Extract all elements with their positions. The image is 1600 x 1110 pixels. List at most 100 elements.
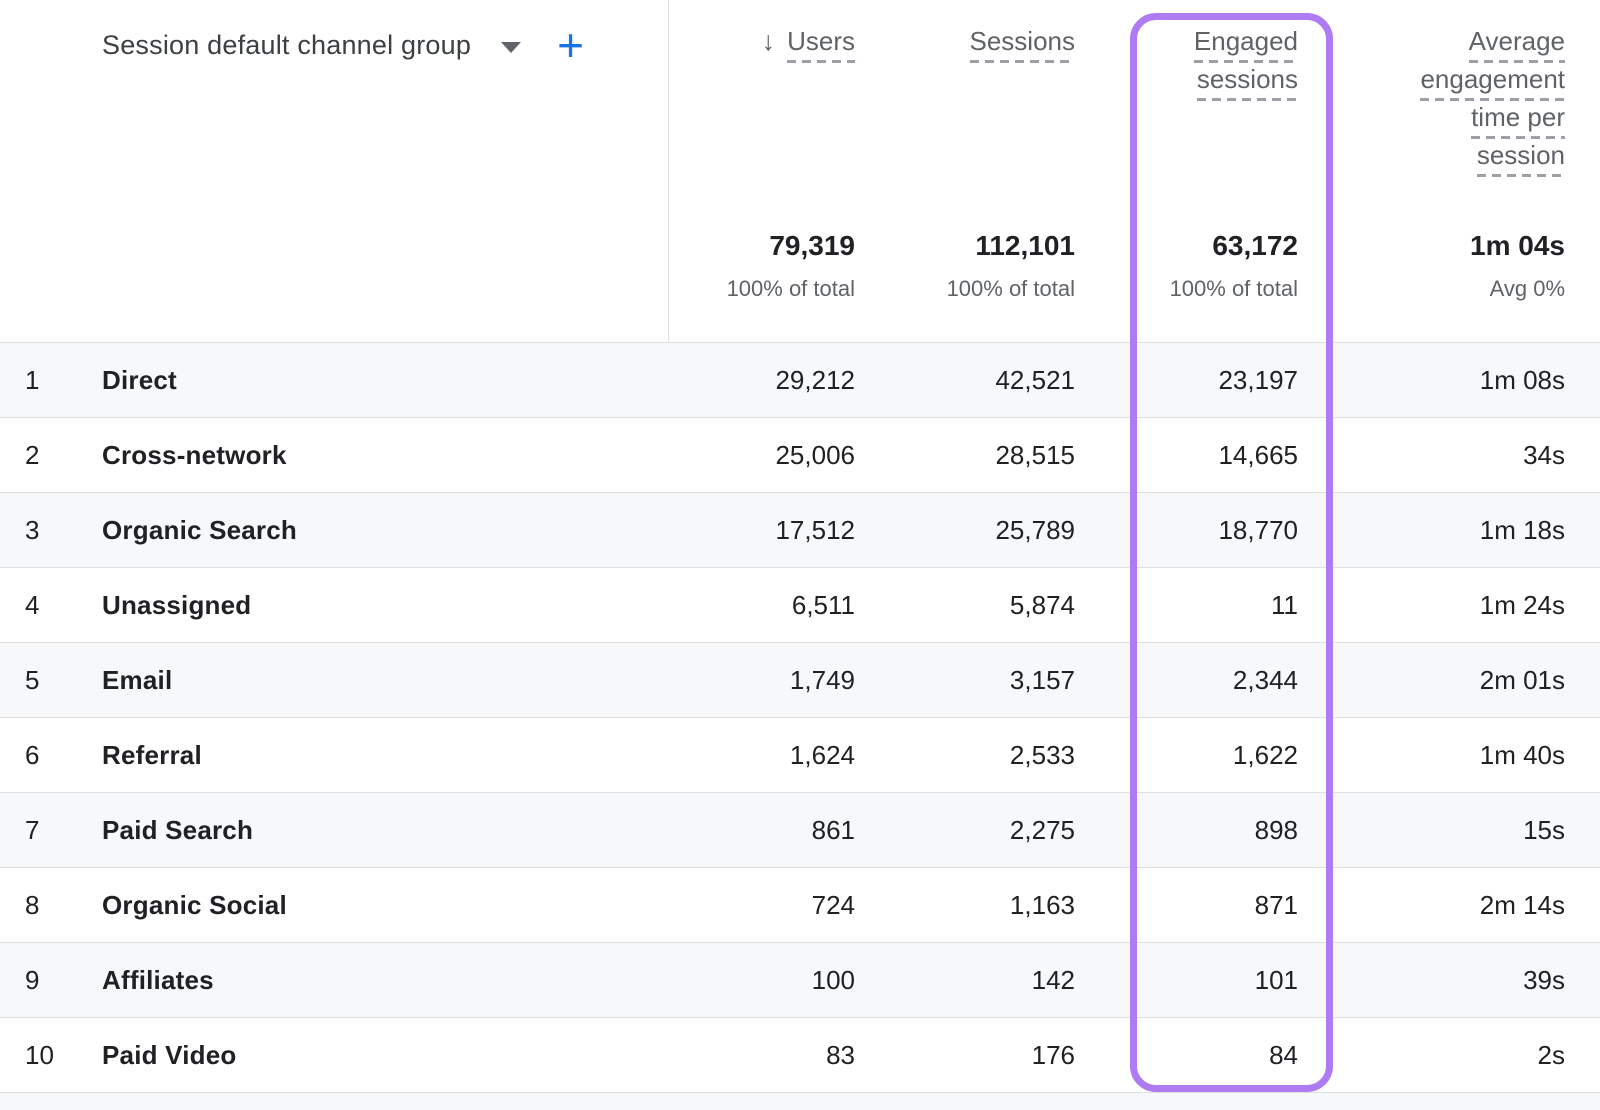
row-avg-time: 39s <box>1298 965 1600 996</box>
total-users-subtext: 100% of total <box>727 276 855 302</box>
table-row: 9 Affiliates 100 142 101 39s <box>0 942 1600 1017</box>
row-channel: Direct <box>102 365 668 396</box>
row-rank: 1 <box>0 365 102 396</box>
add-dimension-button[interactable]: + <box>557 31 584 59</box>
row-avg-time: 1m 40s <box>1298 740 1600 771</box>
row-rank: 5 <box>0 665 102 696</box>
total-sessions-subtext: 100% of total <box>947 276 1075 302</box>
column-header-avg-engagement-time[interactable]: Average engagement time per session <box>1420 28 1565 180</box>
row-engaged: 101 <box>1075 965 1298 996</box>
row-channel: Organic Search <box>102 515 668 546</box>
column-header-sessions-label: Sessions <box>970 28 1076 63</box>
column-header-avg-line2: engagement <box>1420 66 1565 101</box>
analytics-table: Session default channel group + ↓ Users S… <box>0 0 1600 1110</box>
total-users-value: 79,319 <box>727 230 855 262</box>
row-users: 83 <box>668 1040 855 1071</box>
table-row: 4 Unassigned 6,511 5,874 11 1m 24s <box>0 567 1600 642</box>
table-row: 10 Paid Video 83 176 84 2s <box>0 1017 1600 1092</box>
row-engaged: 18,770 <box>1075 515 1298 546</box>
row-sessions: 142 <box>855 965 1075 996</box>
table-row: 6 Referral 1,624 2,533 1,622 1m 40s <box>0 717 1600 792</box>
row-channel: Email <box>102 665 668 696</box>
row-sessions: 3,157 <box>855 665 1075 696</box>
row-engaged: 898 <box>1075 815 1298 846</box>
row-avg-time: 34s <box>1298 440 1600 471</box>
row-channel: Paid Search <box>102 815 668 846</box>
total-avg-subtext: Avg 0% <box>1470 276 1565 302</box>
table-row: 3 Organic Search 17,512 25,789 18,770 1m… <box>0 492 1600 567</box>
table-row: 1 Direct 29,212 42,521 23,197 1m 08s <box>0 342 1600 417</box>
table-row: 7 Paid Search 861 2,275 898 15s <box>0 792 1600 867</box>
table-body: 1 Direct 29,212 42,521 23,197 1m 08s 2 C… <box>0 342 1600 1092</box>
column-header-users-label: Users <box>787 28 855 63</box>
row-avg-time: 15s <box>1298 815 1600 846</box>
row-sessions: 2,275 <box>855 815 1075 846</box>
row-users: 724 <box>668 890 855 921</box>
row-channel: Unassigned <box>102 590 668 621</box>
row-rank: 3 <box>0 515 102 546</box>
row-rank: 7 <box>0 815 102 846</box>
column-header-engaged-line2: sessions <box>1197 66 1298 101</box>
chevron-down-icon[interactable] <box>501 42 521 53</box>
row-users: 100 <box>668 965 855 996</box>
row-sessions: 25,789 <box>855 515 1075 546</box>
total-users: 79,319 100% of total <box>727 230 855 302</box>
row-sessions: 2,533 <box>855 740 1075 771</box>
table-row: 8 Organic Social 724 1,163 871 2m 14s <box>0 867 1600 942</box>
row-channel: Paid Video <box>102 1040 668 1071</box>
row-engaged: 84 <box>1075 1040 1298 1071</box>
total-sessions-value: 112,101 <box>947 230 1075 262</box>
row-channel: Affiliates <box>102 965 668 996</box>
row-avg-time: 2m 01s <box>1298 665 1600 696</box>
row-channel: Organic Social <box>102 890 668 921</box>
sort-descending-icon: ↓ <box>762 28 776 55</box>
row-avg-time: 2m 14s <box>1298 890 1600 921</box>
row-sessions: 5,874 <box>855 590 1075 621</box>
row-users: 17,512 <box>668 515 855 546</box>
row-users: 861 <box>668 815 855 846</box>
total-engaged-value: 63,172 <box>1170 230 1298 262</box>
row-sessions: 1,163 <box>855 890 1075 921</box>
row-sessions: 176 <box>855 1040 1075 1071</box>
column-header-sessions[interactable]: Sessions <box>970 28 1076 66</box>
column-header-engaged-sessions[interactable]: Engaged sessions <box>1194 28 1298 104</box>
row-engaged: 11 <box>1075 590 1298 621</box>
row-engaged: 23,197 <box>1075 365 1298 396</box>
total-engaged-subtext: 100% of total <box>1170 276 1298 302</box>
total-sessions: 112,101 100% of total <box>947 230 1075 302</box>
column-header-avg-line1: Average <box>1469 28 1565 63</box>
dimension-header-label[interactable]: Session default channel group <box>102 30 471 61</box>
row-engaged: 14,665 <box>1075 440 1298 471</box>
total-avg-value: 1m 04s <box>1470 230 1565 262</box>
row-engaged: 2,344 <box>1075 665 1298 696</box>
row-rank: 4 <box>0 590 102 621</box>
row-rank: 6 <box>0 740 102 771</box>
row-users: 29,212 <box>668 365 855 396</box>
total-engaged-sessions: 63,172 100% of total <box>1170 230 1298 302</box>
row-avg-time: 1m 08s <box>1298 365 1600 396</box>
row-users: 1,749 <box>668 665 855 696</box>
row-users: 1,624 <box>668 740 855 771</box>
column-header-users[interactable]: ↓ Users <box>762 28 855 66</box>
table-row: 2 Cross-network 25,006 28,515 14,665 34s <box>0 417 1600 492</box>
row-avg-time: 1m 18s <box>1298 515 1600 546</box>
column-header-avg-line3: time per <box>1471 104 1565 139</box>
row-avg-time: 1m 24s <box>1298 590 1600 621</box>
row-channel: Referral <box>102 740 668 771</box>
dimension-header: Session default channel group + <box>102 30 584 61</box>
row-avg-time: 2s <box>1298 1040 1600 1071</box>
row-sessions: 28,515 <box>855 440 1075 471</box>
column-header-avg-line4: session <box>1477 142 1565 177</box>
row-rank: 10 <box>0 1040 102 1071</box>
row-rank: 9 <box>0 965 102 996</box>
row-sessions: 42,521 <box>855 365 1075 396</box>
row-rank: 8 <box>0 890 102 921</box>
column-header-engaged-line1: Engaged <box>1194 28 1298 63</box>
partial-next-row <box>0 1092 1600 1110</box>
row-engaged: 871 <box>1075 890 1298 921</box>
row-engaged: 1,622 <box>1075 740 1298 771</box>
row-rank: 2 <box>0 440 102 471</box>
total-avg-engagement-time: 1m 04s Avg 0% <box>1470 230 1565 302</box>
row-users: 25,006 <box>668 440 855 471</box>
row-users: 6,511 <box>668 590 855 621</box>
